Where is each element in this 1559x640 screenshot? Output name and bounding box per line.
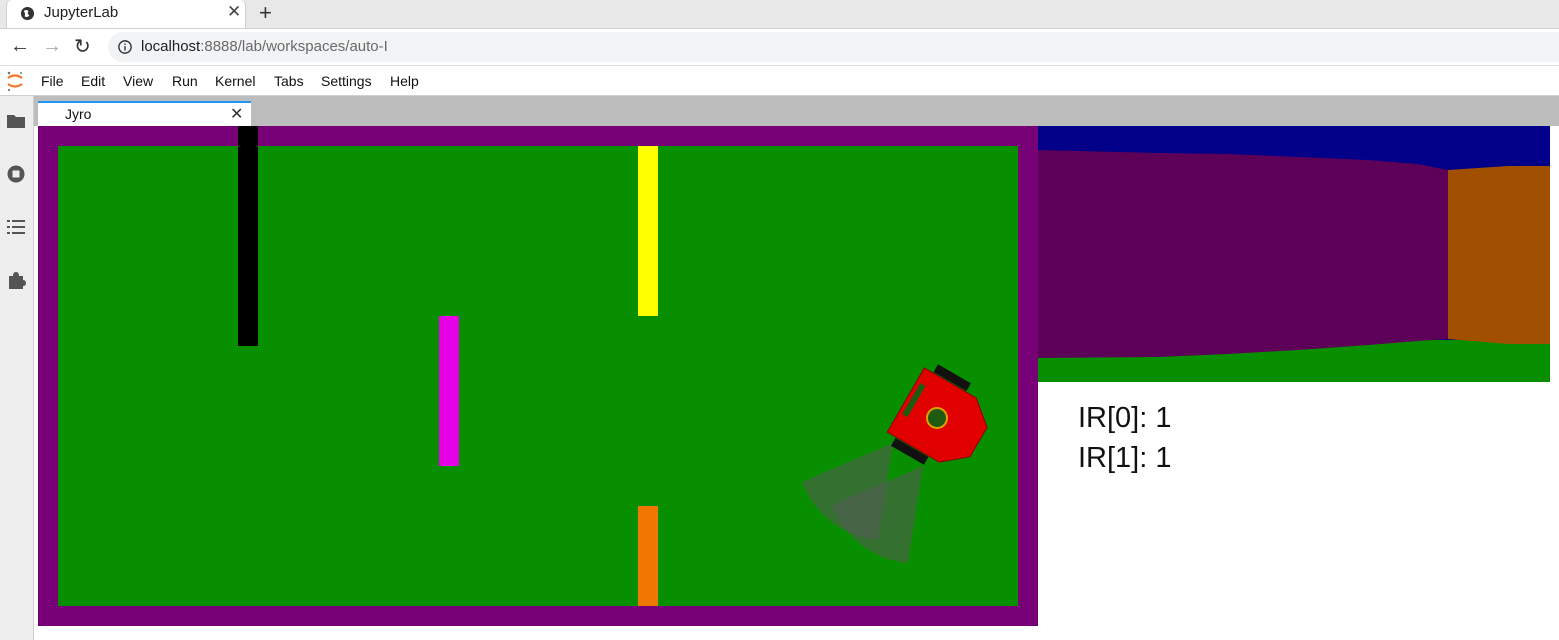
- menu-tabs[interactable]: Tabs: [274, 73, 304, 89]
- ir-readout-0: IR[0]: 1: [1078, 402, 1172, 434]
- dock-tab-jyro[interactable]: Jyro ✕: [38, 101, 251, 126]
- menu-bar: File Edit View Run Kernel Tabs Settings …: [0, 66, 1559, 96]
- browser-tab[interactable]: JupyterLab ✕: [6, 0, 246, 28]
- close-icon[interactable]: ✕: [227, 2, 241, 22]
- browser-tab-title: JupyterLab: [44, 4, 119, 21]
- camera-wall-purple: [1038, 150, 1448, 358]
- url-path: :8888/lab/workspaces/auto-I: [200, 38, 388, 55]
- menu-help[interactable]: Help: [390, 73, 419, 89]
- menu-settings[interactable]: Settings: [321, 73, 372, 89]
- dock-tab-label: Jyro: [65, 106, 92, 122]
- info-icon[interactable]: [118, 40, 132, 54]
- forward-icon[interactable]: →: [42, 35, 62, 58]
- camera-wall-orange: [1448, 166, 1550, 344]
- menu-run[interactable]: Run: [172, 73, 198, 89]
- url-host: localhost: [141, 38, 201, 55]
- camera-view: [1038, 126, 1550, 382]
- left-sidebar: [0, 96, 34, 640]
- url-text[interactable]: localhost:8888/lab/workspaces/auto-I: [141, 38, 388, 55]
- ir-readout-1: IR[1]: 1: [1078, 442, 1172, 474]
- menu-edit[interactable]: Edit: [81, 73, 105, 89]
- ir-readouts: IR[0]: 1 IR[1]: 1: [1078, 398, 1172, 478]
- obstacle-magenta: [439, 316, 459, 466]
- back-icon[interactable]: ←: [10, 35, 30, 58]
- jupyter-logo-icon: [7, 71, 23, 92]
- obstacle-black: [238, 126, 258, 346]
- browser-navbar: ← → ↻ localhost:8888/lab/workspaces/auto…: [0, 29, 1559, 66]
- obstacle-yellow: [638, 146, 658, 316]
- menu-file[interactable]: File: [41, 73, 64, 89]
- address-bar[interactable]: localhost:8888/lab/workspaces/auto-I: [108, 32, 1559, 62]
- world-view: [38, 126, 1038, 626]
- menu-kernel[interactable]: Kernel: [215, 73, 255, 89]
- running-icon[interactable]: [6, 164, 26, 184]
- new-tab-icon[interactable]: +: [259, 0, 272, 26]
- reload-icon[interactable]: ↻: [74, 34, 91, 59]
- folder-icon[interactable]: [6, 111, 26, 131]
- menu-view[interactable]: View: [123, 73, 153, 89]
- browser-tabstrip: JupyterLab ✕ +: [0, 0, 1559, 29]
- extension-icon[interactable]: [6, 270, 26, 290]
- globe-icon: [20, 6, 35, 21]
- toc-icon[interactable]: [6, 217, 26, 237]
- dock-tabbar: [34, 96, 1559, 126]
- close-icon[interactable]: ✕: [230, 104, 243, 124]
- obstacle-orange: [638, 506, 658, 606]
